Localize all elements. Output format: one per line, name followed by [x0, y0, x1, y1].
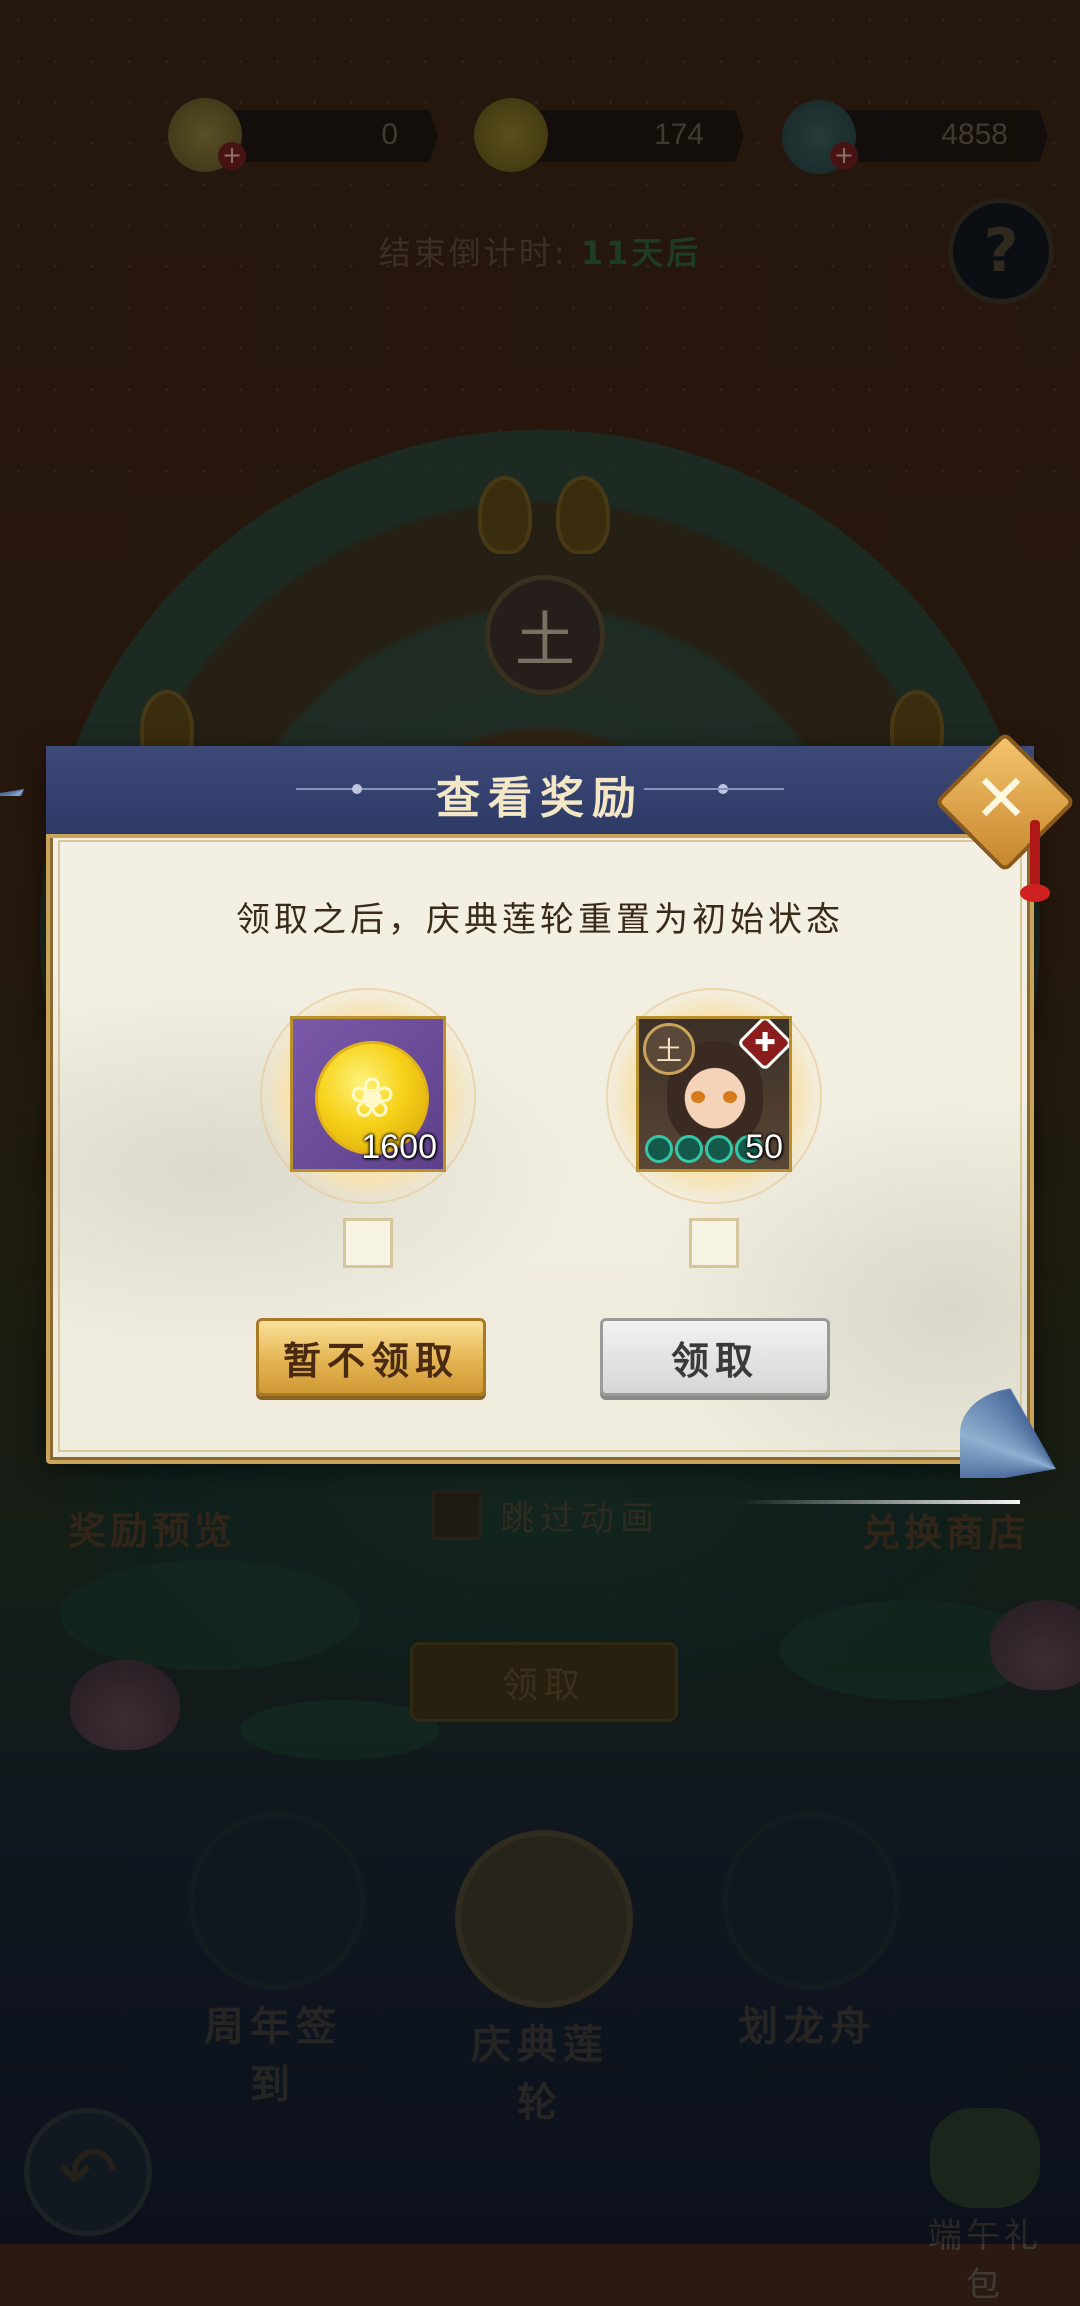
hero-eye: [723, 1091, 737, 1103]
fragment-icon: ✚: [754, 1028, 776, 1058]
reward-item-hero[interactable]: 土 ✚ 50: [636, 1016, 792, 1172]
dialog-title: 查看奖励: [436, 773, 644, 824]
star-icon: [705, 1135, 733, 1163]
claim-button[interactable]: 领取: [600, 1318, 830, 1396]
dialog-header: 查看奖励: [46, 746, 1034, 838]
hero-eye: [691, 1091, 705, 1103]
reward-checkbox[interactable]: [343, 1218, 393, 1268]
star-icon: [645, 1135, 673, 1163]
reward-dialog: 查看奖励 领取之后，庆典莲轮重置为初始状态 ❀ 1600 土 ✚ 50 暂不领取…: [46, 746, 1034, 1464]
paper-fan-decoration: [960, 1388, 1080, 1478]
light-streak: [740, 1500, 1020, 1504]
reward-count: 50: [745, 1128, 783, 1166]
decline-button[interactable]: 暂不领取: [256, 1318, 486, 1396]
reward-item-gold-coin[interactable]: ❀ 1600: [290, 1016, 446, 1172]
reward-checkbox[interactable]: [689, 1218, 739, 1268]
earth-element-icon: 土: [643, 1023, 695, 1075]
dialog-description: 领取之后，庆典莲轮重置为初始状态: [236, 900, 844, 940]
star-icon: [675, 1135, 703, 1163]
tassel-decoration: [1020, 884, 1050, 902]
tassel-decoration: [1030, 820, 1040, 890]
reward-count: 1600: [361, 1128, 437, 1166]
